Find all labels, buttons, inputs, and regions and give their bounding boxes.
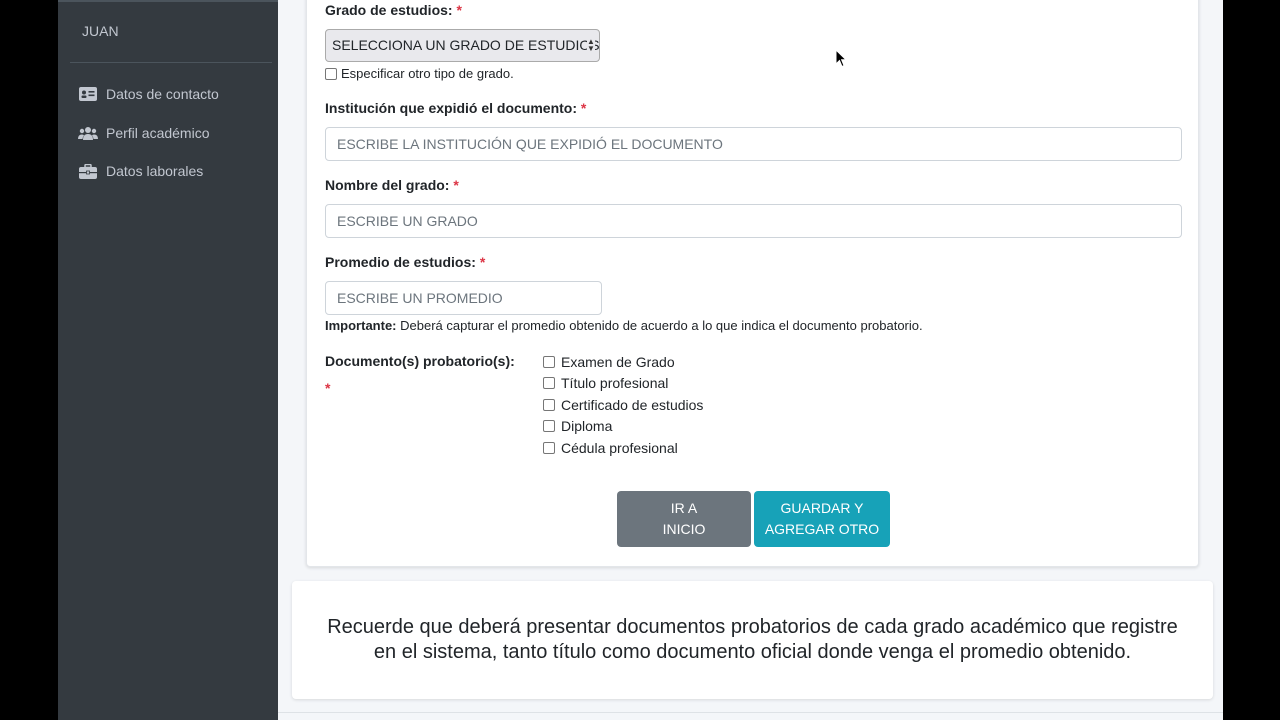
sidebar-item-label: Datos de contacto bbox=[106, 86, 219, 102]
users-icon bbox=[78, 125, 98, 141]
note-bold: Importante: bbox=[325, 318, 397, 333]
promedio-input[interactable]: ESCRIBE UN PROMEDIO bbox=[325, 281, 602, 315]
institucion-label: Institución que expidió el documento: * bbox=[325, 100, 586, 116]
required-mark: * bbox=[479, 254, 486, 270]
sidebar-item-label: Perfil académico bbox=[106, 125, 210, 141]
briefcase-icon bbox=[78, 163, 98, 179]
promedio-label-text: Promedio de estudios: bbox=[325, 254, 476, 270]
doc-option-diploma[interactable]: Diploma bbox=[543, 418, 612, 434]
required-mark: * bbox=[456, 2, 462, 18]
sidebar: JUAN Datos de contacto Perfil académico … bbox=[58, 0, 278, 720]
required-mark: * bbox=[580, 100, 587, 116]
sidebar-top-line bbox=[58, 0, 278, 2]
user-name[interactable]: JUAN bbox=[82, 23, 119, 39]
app-frame: JUAN Datos de contacto Perfil académico … bbox=[58, 0, 1223, 720]
doc-checkbox[interactable] bbox=[543, 420, 555, 432]
mouse-cursor-icon bbox=[836, 50, 848, 68]
doc-option-examen[interactable]: Examen de Grado bbox=[543, 354, 675, 370]
doc-checkbox[interactable] bbox=[543, 356, 555, 368]
documentos-required-mark: * bbox=[325, 380, 331, 396]
doc-checkbox[interactable] bbox=[543, 399, 555, 411]
sidebar-item-datos-laborales[interactable]: Datos laborales bbox=[78, 159, 203, 183]
doc-option-label: Cédula profesional bbox=[561, 440, 678, 456]
doc-checkbox[interactable] bbox=[543, 442, 555, 454]
button-line: AGREGAR OTRO bbox=[764, 521, 880, 537]
button-line: INICIO bbox=[662, 521, 706, 537]
notice-text: Recuerde que deberá presentar documentos… bbox=[327, 616, 1178, 663]
promedio-label: Promedio de estudios: * bbox=[325, 254, 485, 270]
ir-a-inicio-button[interactable]: IR A INICIO bbox=[617, 491, 751, 547]
guardar-agregar-otro-button[interactable]: GUARDAR Y AGREGAR OTRO bbox=[754, 491, 890, 547]
required-mark: * bbox=[453, 177, 459, 193]
documentos-label: Documento(s) probatorio(s): bbox=[325, 353, 515, 369]
sidebar-item-datos-contacto[interactable]: Datos de contacto bbox=[78, 82, 219, 106]
main-content: Grado de estudios: * SELECCIONA UN GRADO… bbox=[278, 0, 1223, 720]
sidebar-item-label: Datos laborales bbox=[106, 163, 204, 179]
grado-select[interactable]: SELECCIONA UN GRADO DE ESTUDIOS ▲ ▼ bbox=[325, 29, 600, 62]
institucion-input[interactable]: ESCRIBE LA INSTITUCIÓN QUE EXPIDIÓ EL DO… bbox=[325, 127, 1182, 161]
doc-option-label: Título profesional bbox=[561, 375, 669, 391]
doc-option-certificado[interactable]: Certificado de estudios bbox=[543, 397, 703, 413]
institucion-label-text: Institución que expidió el documento: bbox=[325, 100, 578, 116]
doc-option-label: Diploma bbox=[561, 418, 613, 434]
doc-checkbox[interactable] bbox=[543, 377, 555, 389]
button-line: IR A bbox=[670, 500, 698, 516]
doc-option-label: Examen de Grado bbox=[561, 354, 675, 370]
nombre-grado-placeholder: ESCRIBE UN GRADO bbox=[337, 213, 478, 229]
grado-label: Grado de estudios: * bbox=[325, 2, 462, 18]
button-line: GUARDAR Y bbox=[780, 500, 864, 516]
select-arrows-icon: ▲ ▼ bbox=[587, 37, 595, 54]
academic-form-card: Grado de estudios: * SELECCIONA UN GRADO… bbox=[306, 0, 1199, 567]
sidebar-item-perfil-academico[interactable]: Perfil académico bbox=[78, 121, 210, 145]
promedio-placeholder: ESCRIBE UN PROMEDIO bbox=[337, 290, 503, 306]
otro-grado-label: Especificar otro tipo de grado. bbox=[341, 66, 514, 81]
footer-divider bbox=[278, 712, 1223, 713]
nombre-grado-label: Nombre del grado: * bbox=[325, 177, 459, 193]
grado-label-text: Grado de estudios: bbox=[325, 2, 453, 18]
note-text: Deberá capturar el promedio obtenido de … bbox=[396, 318, 923, 333]
otro-grado-checkbox[interactable] bbox=[325, 67, 337, 80]
promedio-note: Importante: Deberá capturar el promedio … bbox=[325, 318, 923, 333]
grado-select-value: SELECCIONA UN GRADO DE ESTUDIOS bbox=[332, 37, 600, 53]
nombre-grado-label-text: Nombre del grado: bbox=[325, 177, 450, 193]
institucion-placeholder: ESCRIBE LA INSTITUCIÓN QUE EXPIDIÓ EL DO… bbox=[337, 136, 723, 152]
sidebar-divider bbox=[70, 62, 272, 63]
notice-card: Recuerde que deberá presentar documentos… bbox=[292, 581, 1213, 699]
doc-option-cedula[interactable]: Cédula profesional bbox=[543, 440, 678, 456]
otro-grado-checkbox-row[interactable]: Especificar otro tipo de grado. bbox=[325, 66, 514, 81]
doc-option-titulo[interactable]: Título profesional bbox=[543, 375, 668, 391]
id-card-icon bbox=[78, 86, 98, 102]
doc-option-label: Certificado de estudios bbox=[561, 397, 704, 413]
nombre-grado-input[interactable]: ESCRIBE UN GRADO bbox=[325, 204, 1182, 238]
